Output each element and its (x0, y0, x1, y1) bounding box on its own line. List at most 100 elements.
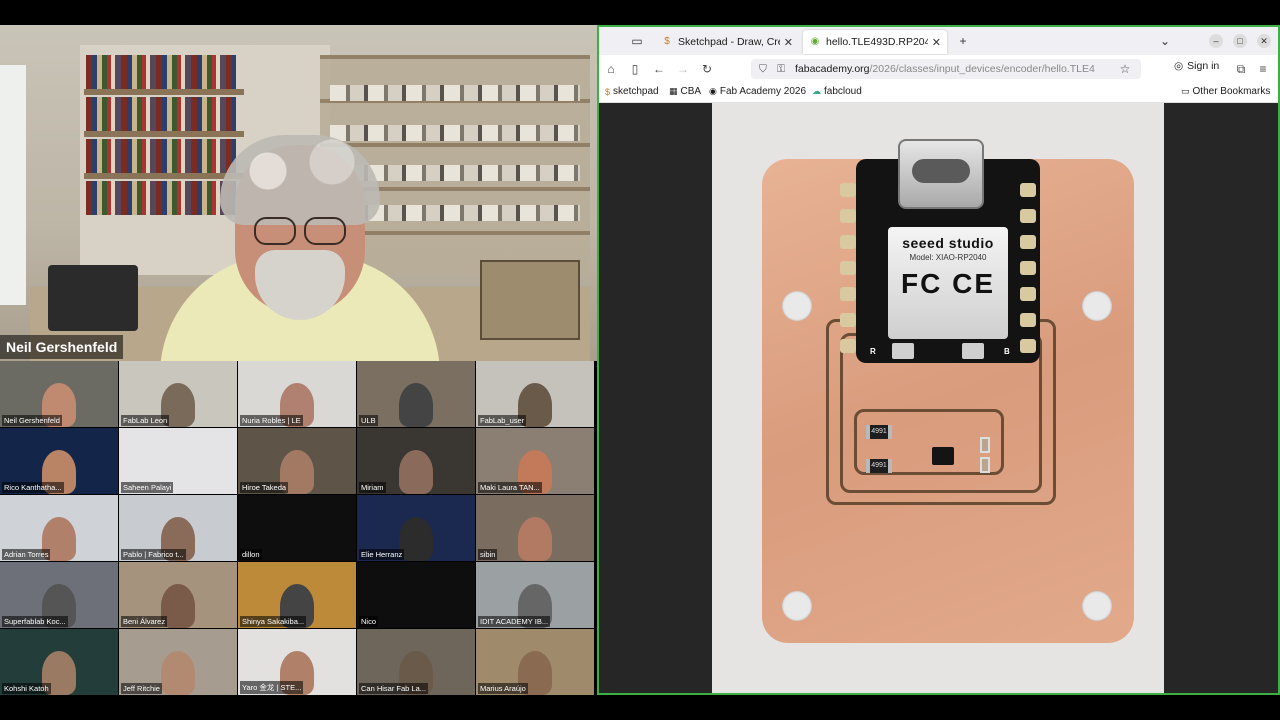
participant-name: IDIT ACADEMY IB... (478, 616, 551, 627)
folder-icon: ▭ (1181, 86, 1190, 96)
participant-tile[interactable]: Neil Gershenfeld (0, 361, 118, 427)
parts-bins (330, 125, 580, 141)
minimize-icon[interactable]: – (1209, 34, 1223, 48)
close-icon[interactable]: ✕ (932, 36, 941, 49)
brand-label: seeed studio (902, 235, 994, 251)
speaker-video[interactable]: Neil Gershenfeld (0, 25, 597, 361)
url-bar[interactable]: ⛉ ⚿ fabacademy.org/2026/classes/input_de… (751, 59, 1141, 79)
participant-tile[interactable]: Pablo | Fabrico t... (119, 495, 237, 561)
home-icon[interactable]: ⌂ (603, 61, 619, 77)
back-icon[interactable]: ← (651, 61, 667, 77)
screen: Neil Gershenfeld Neil Gershenfeld FabLab … (0, 0, 1280, 720)
bookmark-label: CBA (680, 86, 702, 97)
participant-name: FabLab_user (478, 415, 527, 426)
shelf-board (84, 173, 244, 179)
participant-tile[interactable]: Shinya Sakakiba... (238, 562, 356, 628)
participant-name: Hiroe Takeda (240, 482, 289, 493)
participant-name: Yaro 金龙 | STE... (240, 681, 304, 694)
participant-tile[interactable]: Adrian Torres (0, 495, 118, 561)
bookmark-cba[interactable]: ▦ CBA (669, 86, 701, 97)
participant-tile[interactable]: Marius Araújo (476, 629, 594, 695)
participant-tile[interactable]: Rico Kanthatha... (0, 428, 118, 494)
books-row (86, 139, 236, 173)
close-window-icon[interactable]: ✕ (1257, 34, 1271, 48)
shelf-board (84, 89, 244, 95)
participant-tile[interactable]: Miriam (357, 428, 475, 494)
shelf-board (84, 131, 244, 137)
shield-icon[interactable]: ⛉ (759, 59, 767, 79)
bookmark-fab-academy[interactable]: ◉ Fab Academy 2026 (709, 86, 806, 97)
participant-tile[interactable]: Yaro 金龙 | STE... (238, 629, 356, 695)
participant-name: Shinya Sakakiba... (240, 616, 307, 627)
tab-label: hello.TLE493D.RP2040.jp (826, 36, 928, 48)
url-host: fabacademy.org (795, 63, 870, 75)
participant-tile[interactable]: Superfablab Koc... (0, 562, 118, 628)
participant-tile[interactable]: Nico (357, 562, 475, 628)
reload-icon[interactable]: ↻ (699, 61, 715, 77)
participant-tile[interactable]: ULB (357, 361, 475, 427)
participant-name: Maki Laura TAN... (478, 482, 542, 493)
sketchpad-icon: $ (664, 36, 670, 47)
forward-icon[interactable]: → (675, 61, 691, 77)
participant-tile[interactable]: Maki Laura TAN... (476, 428, 594, 494)
participant-name: Pablo | Fabrico t... (121, 549, 186, 560)
rf-shield: seeed studio Model: XIAO-RP2040 FC CE (888, 227, 1008, 339)
participant-tile[interactable]: Elie Herranz (357, 495, 475, 561)
participant-tile[interactable]: Nuria Robles | LE (238, 361, 356, 427)
bookmark-label: Other Bookmarks (1192, 86, 1271, 97)
participant-figure (161, 651, 195, 695)
participant-name: Saheen Palayi (121, 482, 174, 493)
bookmarks-bar: $ sketchpad ▦ CBA ◉ Fab Academy 2026 ☁ fabcl… (599, 83, 1278, 103)
participant-tile[interactable]: FabLab_user (476, 361, 594, 427)
parts-bins (330, 85, 580, 101)
participant-tile[interactable]: sibin (476, 495, 594, 561)
lock-icon[interactable]: ⚿ (777, 59, 785, 79)
chevron-down-icon[interactable]: ⌄ (1157, 33, 1173, 49)
tab-sketchpad[interactable]: $ Sketchpad - Draw, Create ✕ (655, 30, 799, 54)
participant-figure (399, 450, 433, 494)
new-tab-icon[interactable]: + (955, 33, 971, 49)
participant-tile[interactable]: dillon (238, 495, 356, 561)
maximize-icon[interactable]: □ (1233, 34, 1247, 48)
bookmark-fabcloud[interactable]: ☁ fabcloud (812, 86, 862, 97)
menu-icon[interactable]: ≡ (1255, 61, 1271, 77)
participant-figure (399, 383, 433, 427)
participant-tile[interactable]: Hiroe Takeda (238, 428, 356, 494)
pin-pad (1020, 339, 1036, 353)
board-photo: 4991 4991 seeed studio Model: XIAO-RP204… (712, 103, 1164, 693)
participant-name: FabLab Leon (121, 415, 170, 426)
bookmark-sketchpad[interactable]: $ sketchpad (605, 86, 659, 97)
participant-name: Adrian Torres (2, 549, 51, 560)
participant-tile[interactable]: Beni Álvarez (119, 562, 237, 628)
participant-tile[interactable]: IDIT ACADEMY IB... (476, 562, 594, 628)
tab-overview-icon[interactable]: ▭ (629, 33, 645, 49)
bookmark-label: sketchpad (613, 86, 659, 97)
participant-name: Superfablab Koc... (2, 616, 68, 627)
boot-button (962, 343, 984, 359)
sidebar-icon[interactable]: ▯ (627, 61, 643, 77)
extensions-icon[interactable]: ⧉ (1233, 61, 1249, 77)
speaker-name: Neil Gershenfeld (0, 335, 124, 359)
tab-hello-tle493d[interactable]: ◉ hello.TLE493D.RP2040.jp ✕ (803, 30, 947, 54)
other-bookmarks[interactable]: ▭ Other Bookmarks (1181, 86, 1270, 97)
window-light (0, 65, 26, 305)
participant-tile[interactable]: Saheen Palayi (119, 428, 237, 494)
participant-name: Nico (359, 616, 379, 627)
pin-pad (1020, 209, 1036, 223)
bookmark-star-icon[interactable]: ☆ (1117, 61, 1133, 77)
participant-name: Elie Herranz (359, 549, 405, 560)
cnc-machine (480, 260, 580, 340)
participant-tile[interactable]: FabLab Leon (119, 361, 237, 427)
pin-pad (840, 235, 856, 249)
sign-in-button[interactable]: ◎ Sign in (1174, 60, 1219, 72)
mounting-hole (782, 291, 812, 321)
account-icon: ◎ (1174, 60, 1184, 72)
participant-tile[interactable]: Can Hisar Fab La... (357, 629, 475, 695)
participant-tile[interactable]: Kohshi Katoh (0, 629, 118, 695)
participant-tile[interactable]: Jeff Ritchie (119, 629, 237, 695)
mounting-hole (1082, 591, 1112, 621)
reset-button (892, 343, 914, 359)
resistor: 4991 (866, 425, 892, 439)
close-icon[interactable]: ✕ (784, 36, 793, 49)
url-path: /2026/classes/input_devices/encoder/hell… (869, 63, 1095, 75)
